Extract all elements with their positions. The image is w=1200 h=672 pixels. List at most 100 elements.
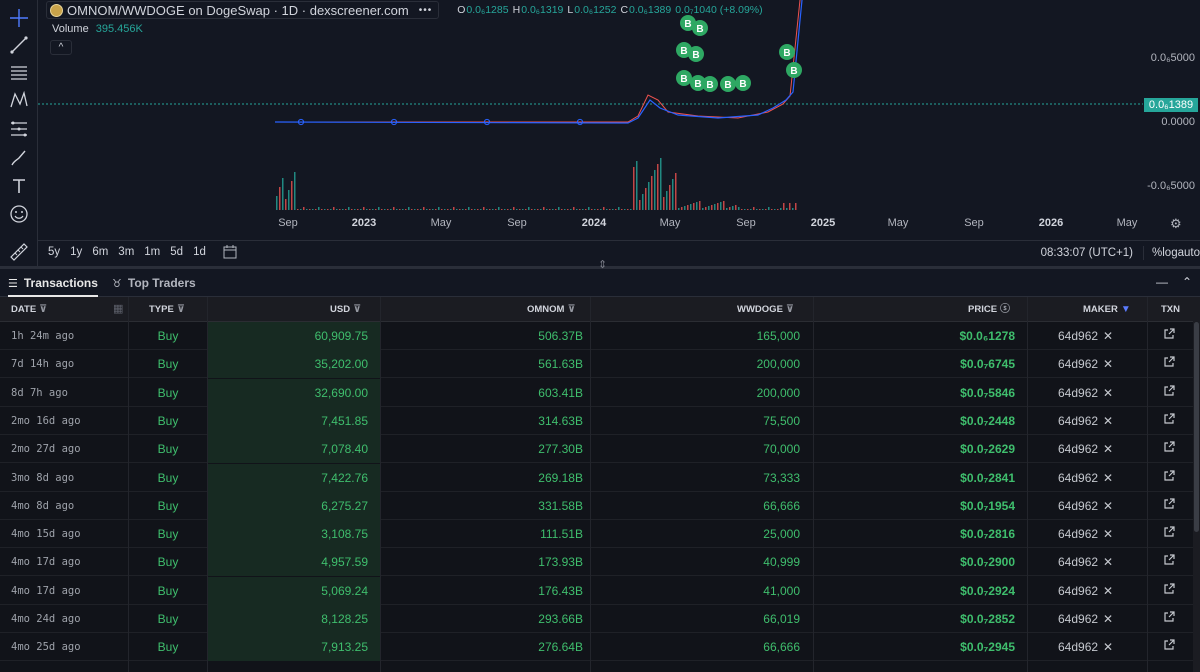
cell-maker[interactable]: 64d962 (1058, 464, 1098, 492)
table-row[interactable]: 8d 7h ago Buy 32,690.00 603.41B 200,000 $0.0₇… (0, 378, 1200, 407)
clock[interactable]: 08:33:07 (UTC+1) (1041, 247, 1133, 259)
header-price[interactable]: PRICE ⓢ (968, 297, 1010, 322)
range-1d[interactable]: 1d (193, 246, 206, 258)
table-row[interactable]: 4mo 15d ago Buy 3,108.75 111.51B 25,000 $0.0₇… (0, 520, 1200, 549)
external-link-icon[interactable] (1163, 577, 1175, 605)
cell-maker[interactable]: 64d962 (1058, 492, 1098, 520)
remove-maker-filter-icon[interactable]: ✕ (1103, 322, 1113, 350)
range-1m[interactable]: 1m (144, 246, 160, 258)
remove-maker-filter-icon[interactable]: ✕ (1103, 435, 1113, 463)
price-chart[interactable]: B BB BB B B B BBB (38, 0, 1143, 214)
cell-maker[interactable]: 64d962 (1058, 633, 1098, 661)
table-row[interactable]: 4mo 8d ago Buy 6,275.27 331.58B 66,666 $0.0₇1… (0, 491, 1200, 520)
range-6m[interactable]: 6m (92, 246, 108, 258)
scrollbar-thumb[interactable] (1194, 322, 1199, 532)
remove-maker-filter-icon[interactable]: ✕ (1103, 520, 1113, 548)
chart-area[interactable]: BBBBBBBBBBB OMNOM/WWDOGE on DogeSwap · 1… (0, 0, 1200, 266)
cell-maker[interactable]: 64d962 (1058, 350, 1098, 378)
header-type[interactable]: TYPE ⊽ (149, 297, 185, 322)
external-link-icon[interactable] (1163, 435, 1175, 463)
trade-marker[interactable]: B (735, 75, 751, 91)
table-row[interactable]: 4mo 17d ago Buy 5,069.24 176.43B 41,000 $0.0₇… (0, 576, 1200, 605)
cell-maker[interactable]: 64d962 (1058, 605, 1098, 633)
external-link-icon[interactable] (1163, 548, 1175, 576)
remove-maker-filter-icon[interactable]: ✕ (1103, 379, 1113, 407)
tab-transactions[interactable]: ☰ Transactions (8, 269, 98, 297)
remove-maker-filter-icon[interactable]: ✕ (1103, 605, 1113, 633)
calendar-icon[interactable]: ▦ (113, 297, 123, 322)
external-link-icon[interactable] (1163, 407, 1175, 435)
remove-maker-filter-icon[interactable]: ✕ (1103, 548, 1113, 576)
fib-retracement-icon[interactable] (7, 117, 31, 141)
ruler-icon[interactable] (7, 240, 31, 264)
trade-marker[interactable]: B (688, 46, 704, 62)
remove-maker-filter-icon[interactable]: ✕ (1103, 633, 1113, 661)
percent-toggle[interactable]: % (1152, 247, 1162, 259)
collapse-legend-button[interactable]: ^ (50, 40, 72, 55)
table-row[interactable]: 7d 14h ago Buy 35,202.00 561.63B 200,000 $0.0… (0, 350, 1200, 379)
header-usd[interactable]: USD ⊽ (330, 297, 361, 322)
table-row[interactable]: 4mo 17d ago Buy 4,957.59 173.93B 40,999 $0.0₇… (0, 548, 1200, 577)
ohlc-high: 0.0₆1319 (521, 4, 564, 16)
minimize-icon[interactable]: — (1156, 275, 1168, 289)
header-maker[interactable]: MAKER ▼ (1083, 297, 1131, 322)
horizontal-lines-icon[interactable] (7, 60, 31, 84)
trade-marker[interactable]: B (786, 62, 802, 78)
cell-maker[interactable]: 64d962 (1058, 435, 1098, 463)
range-5y[interactable]: 5y (48, 246, 60, 258)
table-row[interactable]: 2mo 27d ago Buy 7,078.40 277.30B 70,000 $0.0₇… (0, 435, 1200, 464)
range-5d[interactable]: 5d (170, 246, 183, 258)
settings-gear-icon[interactable]: ⚙ (1170, 216, 1182, 232)
table-row[interactable]: 2mo 16d ago Buy 7,451.85 314.63B 75,500 $0.0₇… (0, 406, 1200, 435)
trade-marker[interactable]: B (676, 70, 692, 86)
tab-top-traders[interactable]: ♉ Top Traders (112, 269, 196, 297)
external-link-icon[interactable] (1163, 605, 1175, 633)
external-link-icon[interactable] (1163, 464, 1175, 492)
header-wwdoge[interactable]: WWDOGE ⊽ (737, 297, 794, 322)
trade-marker[interactable]: B (692, 20, 708, 36)
more-icon[interactable]: ••• (419, 5, 433, 16)
remove-maker-filter-icon[interactable]: ✕ (1103, 464, 1113, 492)
header-date[interactable]: DATE ⊽ (11, 297, 47, 322)
table-row[interactable]: 3mo 8d ago Buy 7,422.76 269.18B 73,333 $0.0₇2… (0, 463, 1200, 492)
trade-marker[interactable]: B (720, 76, 736, 92)
brush-icon[interactable] (7, 146, 31, 170)
time-axis[interactable]: Sep 2023 May Sep 2024 May Sep 2025 May Sep 2026 May (38, 214, 1143, 234)
trade-marker[interactable]: B (779, 44, 795, 60)
cell-maker[interactable]: 64d962 (1058, 520, 1098, 548)
table-header: DATE ⊽ ▦ TYPE ⊽ USD ⊽ OMNOM ⊽ WWDOGE ⊽ PRICE ⓢ… (0, 297, 1200, 322)
cell-maker[interactable]: 64d962 (1058, 379, 1098, 407)
external-link-icon[interactable] (1163, 520, 1175, 548)
pair-selector[interactable]: OMNOM/WWDOGE on DogeSwap · 1D · dexscree… (46, 1, 440, 19)
trade-marker[interactable]: B (702, 76, 718, 92)
table-row[interactable]: 4mo 24d ago Buy 8,128.25 293.66B 66,019 $0.0₇… (0, 605, 1200, 633)
remove-maker-filter-icon[interactable]: ✕ (1103, 407, 1113, 435)
external-link-icon[interactable] (1163, 379, 1175, 407)
pattern-icon[interactable] (7, 88, 31, 112)
external-link-icon[interactable] (1163, 350, 1175, 378)
calendar-icon[interactable] (222, 244, 238, 263)
header-omnom[interactable]: OMNOM ⊽ (527, 297, 576, 322)
table-row[interactable]: 4mo 25d ago Buy 7,913.25 276.64B 66,666 $0.0₇… (0, 633, 1200, 662)
crosshair-icon[interactable] (7, 6, 31, 30)
cell-maker[interactable]: 64d962 (1058, 548, 1098, 576)
cell-maker[interactable]: 64d962 (1058, 577, 1098, 605)
external-link-icon[interactable] (1163, 633, 1175, 661)
filter-icon: ⊽ (176, 304, 185, 315)
auto-toggle[interactable]: auto (1178, 247, 1200, 259)
cell-maker[interactable]: 64d962 (1058, 407, 1098, 435)
emoji-icon[interactable] (7, 202, 31, 226)
remove-maker-filter-icon[interactable]: ✕ (1103, 492, 1113, 520)
expand-icon[interactable]: ⌃ (1182, 275, 1192, 289)
trend-line-icon[interactable] (7, 33, 31, 57)
table-row[interactable]: 1h 24m ago Buy 60,909.75 506.37B 165,000 $0.0… (0, 322, 1200, 350)
external-link-icon[interactable] (1163, 492, 1175, 520)
external-link-icon[interactable] (1163, 322, 1175, 350)
remove-maker-filter-icon[interactable]: ✕ (1103, 350, 1113, 378)
text-tool-icon[interactable] (7, 174, 31, 198)
range-1y[interactable]: 1y (70, 246, 82, 258)
range-3m[interactable]: 3m (118, 246, 134, 258)
remove-maker-filter-icon[interactable]: ✕ (1103, 577, 1113, 605)
cell-maker[interactable]: 64d962 (1058, 322, 1098, 350)
log-toggle[interactable]: log (1162, 247, 1177, 259)
